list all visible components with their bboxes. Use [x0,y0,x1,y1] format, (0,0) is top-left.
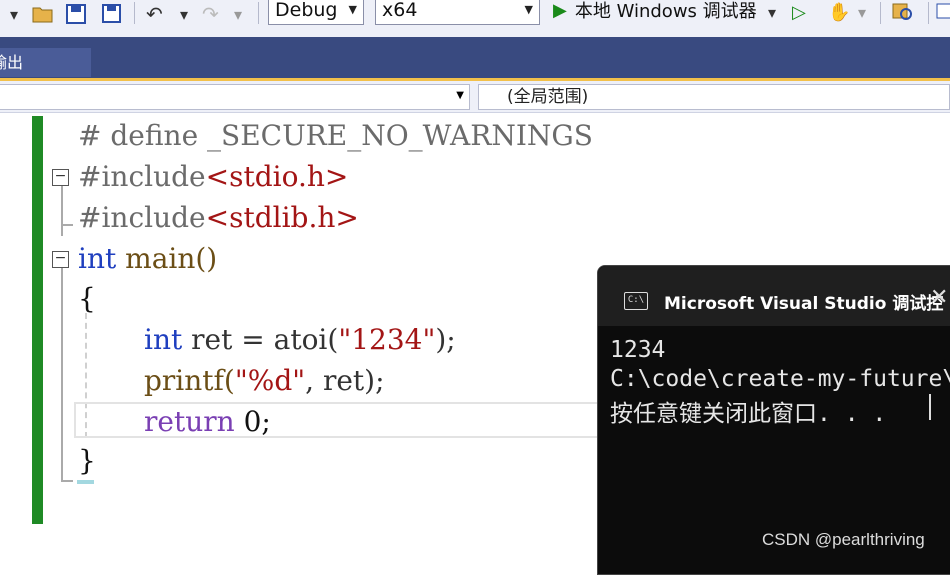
play-icon: ▶ [553,0,567,21]
toolbar: ▾ ↶ ▾ ↷ ▾ Debug ▼ x64 ▼ ▶ 本地 Windows 调试器… [0,0,950,37]
undo-dropdown-icon[interactable]: ▾ [180,2,188,26]
type-keyword: int [144,323,183,356]
return-keyword: return [144,405,235,438]
string-literal: "1234" [338,323,436,356]
save-all-icon[interactable] [100,2,122,26]
code-line-9: } [78,441,96,481]
solution-platform-value: x64 [382,0,418,21]
debugger-dropdown-icon[interactable]: ▾ [768,0,776,24]
code-line-3: #include<stdlib.h> [78,198,359,238]
hot-reload-dropdown-icon[interactable]: ▾ [858,0,866,24]
code-line-4: int main() [78,239,217,279]
console-output-line: 1234 [610,337,666,363]
save-icon[interactable] [66,2,86,26]
tab-output-label: 输出 [0,53,24,72]
console-title-bar[interactable]: C:\ Microsoft Visual Studio 调试控 ✕ [598,266,950,326]
hot-reload-icon[interactable]: ✋ [828,0,850,24]
type-keyword: int [78,242,117,275]
fold-guide [61,266,63,482]
fold-guide [61,480,73,482]
string-literal: "%d" [234,364,306,397]
start-without-debugging-icon[interactable]: ▷ [792,0,806,24]
open-brace: { [78,282,96,315]
start-debugging-button[interactable]: ▶ 本地 Windows 调试器 [553,0,757,24]
document-tab-bar: 输出 [0,37,950,80]
fold-guide [61,224,73,226]
close-icon[interactable]: ✕ [930,285,948,310]
code-line-5: { [78,279,96,319]
fold-guide [61,184,63,236]
solution-platform-select[interactable]: x64 ▼ [375,0,540,25]
console-title: Microsoft Visual Studio 调试控 [664,294,944,314]
include-header: <stdio.h> [205,160,349,193]
close-brace: } [78,444,96,477]
tab-output[interactable]: 输出 [0,48,91,77]
redo-dropdown-icon[interactable]: ▾ [234,2,242,26]
solution-configuration-value: Debug [275,0,338,21]
collapse-icon[interactable]: − [52,251,69,268]
console-cursor [929,394,931,420]
open-folder-icon[interactable] [32,2,54,26]
change-tracking-bar [32,116,43,524]
code-line-2: #include<stdio.h> [78,157,348,197]
redo-icon[interactable]: ↷ [202,2,219,26]
include-keyword: #include [78,160,206,193]
find-in-files-icon[interactable] [892,0,914,24]
watermark: CSDN @pearlthriving [762,530,925,549]
undo-icon[interactable]: ↶ [146,2,163,26]
chevron-down-icon: ▼ [456,90,464,101]
chevron-down-icon: ▼ [348,3,357,16]
navigation-bar: ▼ (全局范围) [0,81,950,113]
solution-explorer-icon[interactable] [936,0,950,24]
start-debugging-label: 本地 Windows 调试器 [574,1,757,22]
dropdown-arrow-icon[interactable]: ▾ [10,2,18,26]
include-header: <stdlib.h> [205,201,359,234]
solution-configuration-select[interactable]: Debug ▼ [268,0,364,25]
statement-text: ); [435,323,456,356]
statement-text: ret = atoi( [182,323,339,356]
statement-text: , ret); [305,364,385,397]
function-scope-value: (全局范围) [507,87,589,107]
function-name: main() [116,242,218,275]
include-keyword: #include [78,201,206,234]
project-scope-select[interactable]: ▼ [0,84,470,110]
code-line-7: printf("%d", ret); [144,361,385,401]
debug-console-window[interactable]: C:\ Microsoft Visual Studio 调试控 ✕ 1234 C… [597,265,950,575]
console-icon: C:\ [624,292,648,310]
console-output-line: C:\code\create-my-future\ [610,366,950,392]
code-line-1: # define _SECURE_NO_WARNINGS [78,116,593,156]
chevron-down-icon: ▼ [524,3,533,16]
collapse-icon[interactable]: − [52,169,69,186]
code-line-6: int ret = atoi("1234"); [144,320,456,360]
statement-text: 0; [234,405,271,438]
code-line-8: return 0; [144,402,271,442]
console-output-line: 按任意键关闭此窗口. . . [610,401,887,427]
function-call: printf( [144,364,235,397]
function-scope-select[interactable]: (全局范围) [478,84,950,110]
define-directive: # define _SECURE_NO_WARNINGS [78,119,593,152]
